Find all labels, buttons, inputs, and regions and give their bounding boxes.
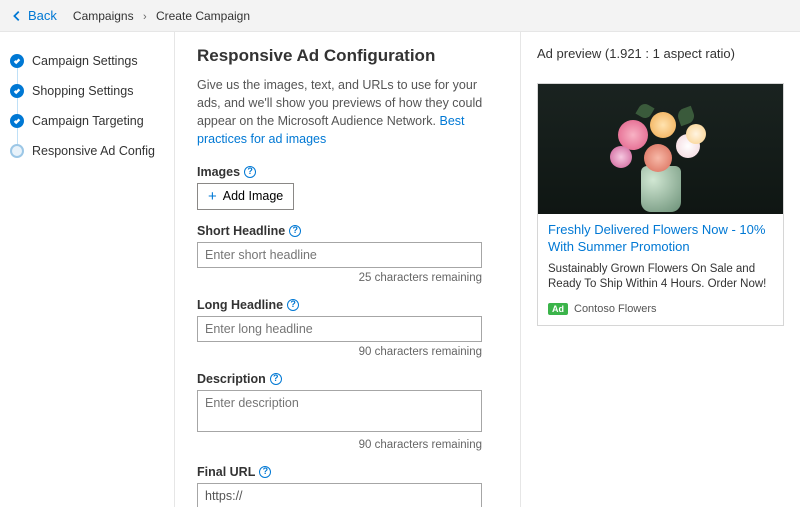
current-step-icon bbox=[10, 144, 24, 158]
description-label-row: Description ? bbox=[197, 372, 498, 386]
final-url-input[interactable] bbox=[197, 483, 482, 507]
help-icon[interactable]: ? bbox=[289, 225, 301, 237]
ad-preview-image bbox=[538, 84, 783, 214]
step-responsive-ad-config[interactable]: Responsive Ad Config bbox=[10, 136, 164, 166]
plus-icon: + bbox=[208, 189, 217, 204]
description-label: Description bbox=[197, 372, 266, 386]
help-icon[interactable]: ? bbox=[259, 466, 271, 478]
step-campaign-settings[interactable]: Campaign Settings bbox=[10, 46, 164, 76]
form-column: Responsive Ad Configuration Give us the … bbox=[175, 32, 520, 507]
preview-title: Ad preview (1.921 : 1 aspect ratio) bbox=[537, 46, 784, 61]
ad-badge: Ad bbox=[548, 303, 568, 315]
help-icon[interactable]: ? bbox=[244, 166, 256, 178]
add-image-button[interactable]: + Add Image bbox=[197, 183, 294, 210]
check-icon bbox=[10, 84, 24, 98]
breadcrumb: Campaigns › Create Campaign bbox=[73, 9, 250, 23]
back-label: Back bbox=[28, 8, 57, 23]
short-headline-label: Short Headline bbox=[197, 224, 285, 238]
preview-column: Ad preview (1.921 : 1 aspect ratio) Fres… bbox=[520, 32, 800, 507]
check-icon bbox=[10, 54, 24, 68]
crumb-create-campaign: Create Campaign bbox=[156, 9, 250, 23]
help-icon[interactable]: ? bbox=[270, 373, 282, 385]
long-headline-label-row: Long Headline ? bbox=[197, 298, 498, 312]
arrow-left-icon bbox=[10, 9, 24, 23]
page-title: Responsive Ad Configuration bbox=[197, 46, 498, 66]
ad-brand-name: Contoso Flowers bbox=[574, 303, 657, 315]
long-headline-input[interactable] bbox=[197, 316, 482, 342]
step-label: Responsive Ad Config bbox=[32, 144, 155, 158]
add-image-label: Add Image bbox=[223, 189, 283, 203]
crumb-campaigns[interactable]: Campaigns bbox=[73, 9, 134, 23]
help-icon[interactable]: ? bbox=[287, 299, 299, 311]
images-label-row: Images ? bbox=[197, 165, 498, 179]
description-input[interactable] bbox=[197, 390, 482, 432]
long-headline-counter: 90 characters remaining bbox=[197, 346, 482, 358]
step-shopping-settings[interactable]: Shopping Settings bbox=[10, 76, 164, 106]
intro-text: Give us the images, text, and URLs to us… bbox=[197, 76, 498, 149]
back-link[interactable]: Back bbox=[10, 8, 57, 23]
top-bar: Back Campaigns › Create Campaign bbox=[0, 0, 800, 32]
final-url-label: Final URL bbox=[197, 465, 255, 479]
step-label: Campaign Targeting bbox=[32, 114, 144, 128]
long-headline-label: Long Headline bbox=[197, 298, 283, 312]
images-label: Images bbox=[197, 165, 240, 179]
short-headline-counter: 25 characters remaining bbox=[197, 272, 482, 284]
ad-preview-brand-row: Ad Contoso Flowers bbox=[548, 303, 773, 315]
steps-sidebar: Campaign Settings Shopping Settings Camp… bbox=[0, 32, 175, 507]
ad-preview-description: Sustainably Grown Flowers On Sale and Re… bbox=[548, 262, 773, 293]
step-label: Campaign Settings bbox=[32, 54, 138, 68]
step-campaign-targeting[interactable]: Campaign Targeting bbox=[10, 106, 164, 136]
ad-preview-headline: Freshly Delivered Flowers Now - 10% With… bbox=[548, 222, 773, 256]
ad-preview-card: Freshly Delivered Flowers Now - 10% With… bbox=[537, 83, 784, 326]
final-url-label-row: Final URL ? bbox=[197, 465, 498, 479]
description-counter: 90 characters remaining bbox=[197, 439, 482, 451]
step-label: Shopping Settings bbox=[32, 84, 133, 98]
short-headline-input[interactable] bbox=[197, 242, 482, 268]
check-icon bbox=[10, 114, 24, 128]
chevron-right-icon: › bbox=[143, 11, 147, 23]
short-headline-label-row: Short Headline ? bbox=[197, 224, 498, 238]
